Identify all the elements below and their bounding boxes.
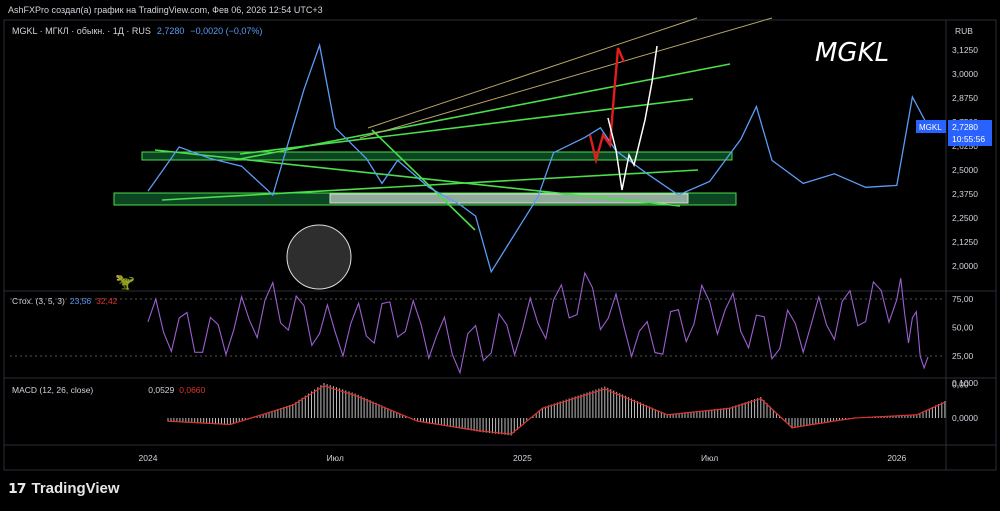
chart-svg[interactable]: 3,12503,00002,87502,75002,62502,50002,37… — [0, 0, 1000, 511]
stoch-d: 32,42 — [96, 296, 118, 306]
macd-legend[interactable]: MACD (12, 26, close) 0,0529 0,0660 — [12, 385, 205, 395]
stoch-tick: 25,00 — [952, 351, 974, 361]
chart-annotation: MGKL — [815, 38, 890, 68]
price-tick: 2,5000 — [952, 165, 978, 175]
tradingview-logo[interactable]: 𝟭𝟳 TradingView — [8, 480, 120, 497]
tradingview-icon: 𝟭𝟳 — [8, 480, 27, 496]
symbol-title[interactable]: MGKL · МГКЛ · обыкн. · 1Д · RUS — [12, 26, 151, 36]
last-price: 2,7280 — [156, 26, 185, 36]
macd-tick: 0,0000 — [952, 413, 978, 423]
symbol-tag: MGKL — [919, 123, 942, 132]
price-tick: 2,8750 — [952, 93, 978, 103]
drawdown-circle — [286, 224, 352, 290]
macd-tick: 0,1000 — [952, 378, 978, 388]
stoch-label: Стох. (3, 5, 3) — [12, 296, 65, 306]
stoch-legend[interactable]: Стох. (3, 5, 3) 23,56 32,42 — [12, 296, 117, 306]
currency-badge[interactable]: RUB — [955, 26, 973, 36]
price-tick: 3,1250 — [952, 45, 978, 55]
macd-label: MACD (12, 26, close) — [12, 385, 94, 395]
price-tick: 2,0000 — [952, 261, 978, 271]
symbol-legend: MGKL · МГКЛ · обыкн. · 1Д · RUS 2,7280 −… — [12, 26, 262, 36]
time-tick: 2025 — [513, 453, 532, 463]
price-tick: 2,1250 — [952, 237, 978, 247]
brand-label: TradingView — [31, 480, 120, 497]
stoch-k: 23,56 — [69, 296, 92, 306]
price-change: −0,0020 (−0,07%) — [190, 26, 263, 36]
time-tick: 2024 — [139, 453, 158, 463]
countdown: 10:55:56 — [952, 134, 985, 144]
price-tick: 2,3750 — [952, 189, 978, 199]
time-tick: Июл — [327, 453, 344, 463]
macd-value: 0,0529 — [148, 385, 175, 395]
macd-signal-value: 0,0660 — [179, 385, 206, 395]
price-tick: 3,0000 — [952, 69, 978, 79]
time-tick: 2026 — [887, 453, 906, 463]
price-tick: 2,2500 — [952, 213, 978, 223]
stoch-tick: 75,00 — [952, 294, 974, 304]
dino-icon: 🦖 — [115, 274, 135, 291]
stoch-tick: 50,00 — [952, 323, 974, 333]
attribution: AshFXPro создал(а) график на TradingView… — [8, 5, 323, 15]
price-tag: 2,7280 — [952, 122, 978, 132]
time-tick: Июл — [701, 453, 718, 463]
